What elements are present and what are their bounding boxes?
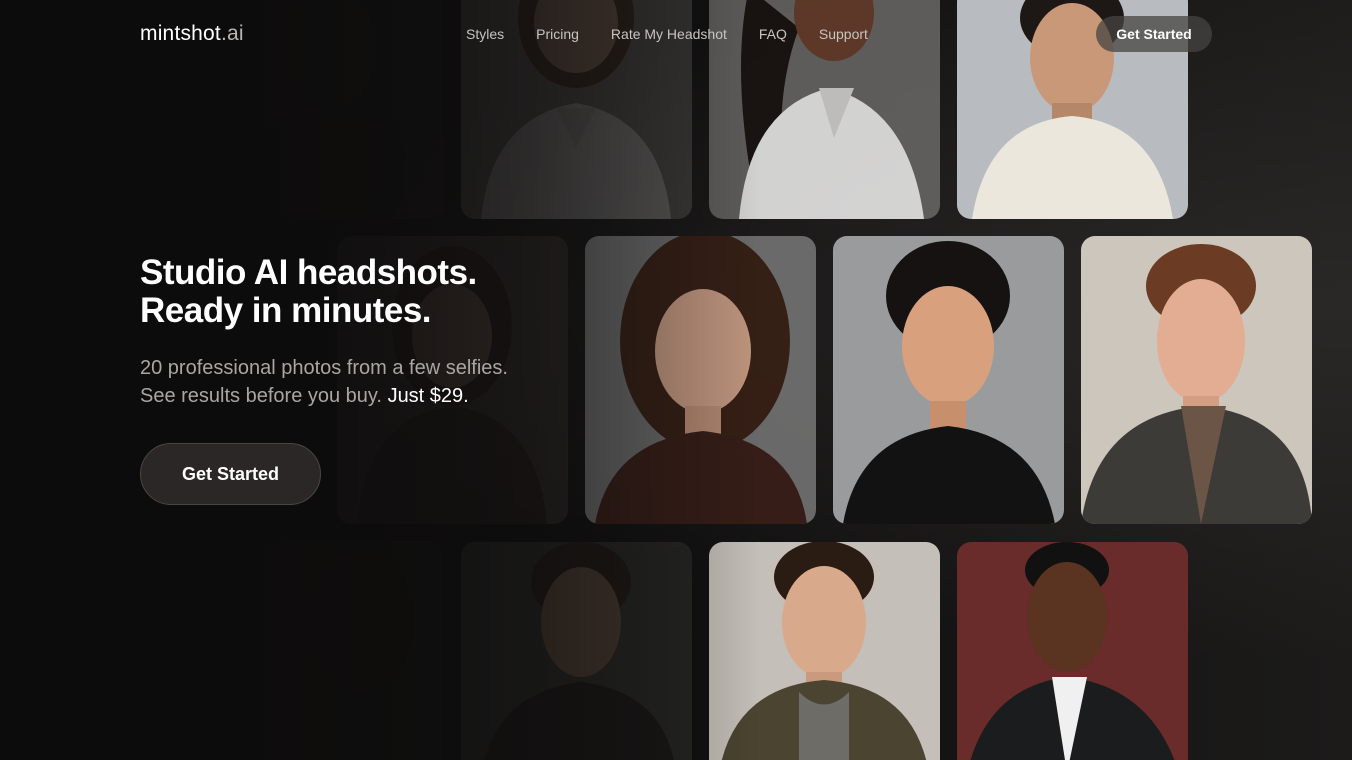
nav-link-faq[interactable]: FAQ xyxy=(759,26,787,42)
hero-section: Studio AI headshots. Ready in minutes. 2… xyxy=(140,254,580,410)
hero-get-started-button[interactable]: Get Started xyxy=(140,443,321,505)
nav-get-started-button[interactable]: Get Started xyxy=(1096,16,1212,52)
headshot-photo xyxy=(585,236,816,524)
nav-links: Styles Pricing Rate My Headshot FAQ Supp… xyxy=(466,26,900,42)
nav-link-rate-my-headshot[interactable]: Rate My Headshot xyxy=(611,26,727,42)
headshot-photo xyxy=(213,542,444,760)
headshot-photo xyxy=(1081,236,1312,524)
headshot-photo xyxy=(833,236,1064,524)
page: mintshot.ai Styles Pricing Rate My Heads… xyxy=(0,0,1352,760)
hero-title-line1: Studio AI headshots. xyxy=(140,253,477,292)
headshot-photo xyxy=(957,542,1188,760)
brand-logo[interactable]: mintshot.ai xyxy=(140,22,244,46)
hero-price: Just $29. xyxy=(387,385,469,407)
logo-tld: .ai xyxy=(220,22,244,45)
headshot-photo xyxy=(461,542,692,760)
logo-text: mintshot xyxy=(140,22,221,45)
nav-link-support[interactable]: Support xyxy=(819,26,868,42)
hero-title: Studio AI headshots. Ready in minutes. xyxy=(140,254,580,330)
hero-subtitle-line1: 20 professional photos from a few selfie… xyxy=(140,357,508,379)
nav-link-pricing[interactable]: Pricing xyxy=(536,26,579,42)
hero-subtitle: 20 professional photos from a few selfie… xyxy=(140,354,580,410)
hero-subtitle-line2: See results before you buy. xyxy=(140,385,382,407)
hero-title-line2: Ready in minutes. xyxy=(140,291,432,330)
top-nav: mintshot.ai Styles Pricing Rate My Heads… xyxy=(0,0,1352,68)
headshot-photo xyxy=(709,542,940,760)
nav-link-styles[interactable]: Styles xyxy=(466,26,504,42)
